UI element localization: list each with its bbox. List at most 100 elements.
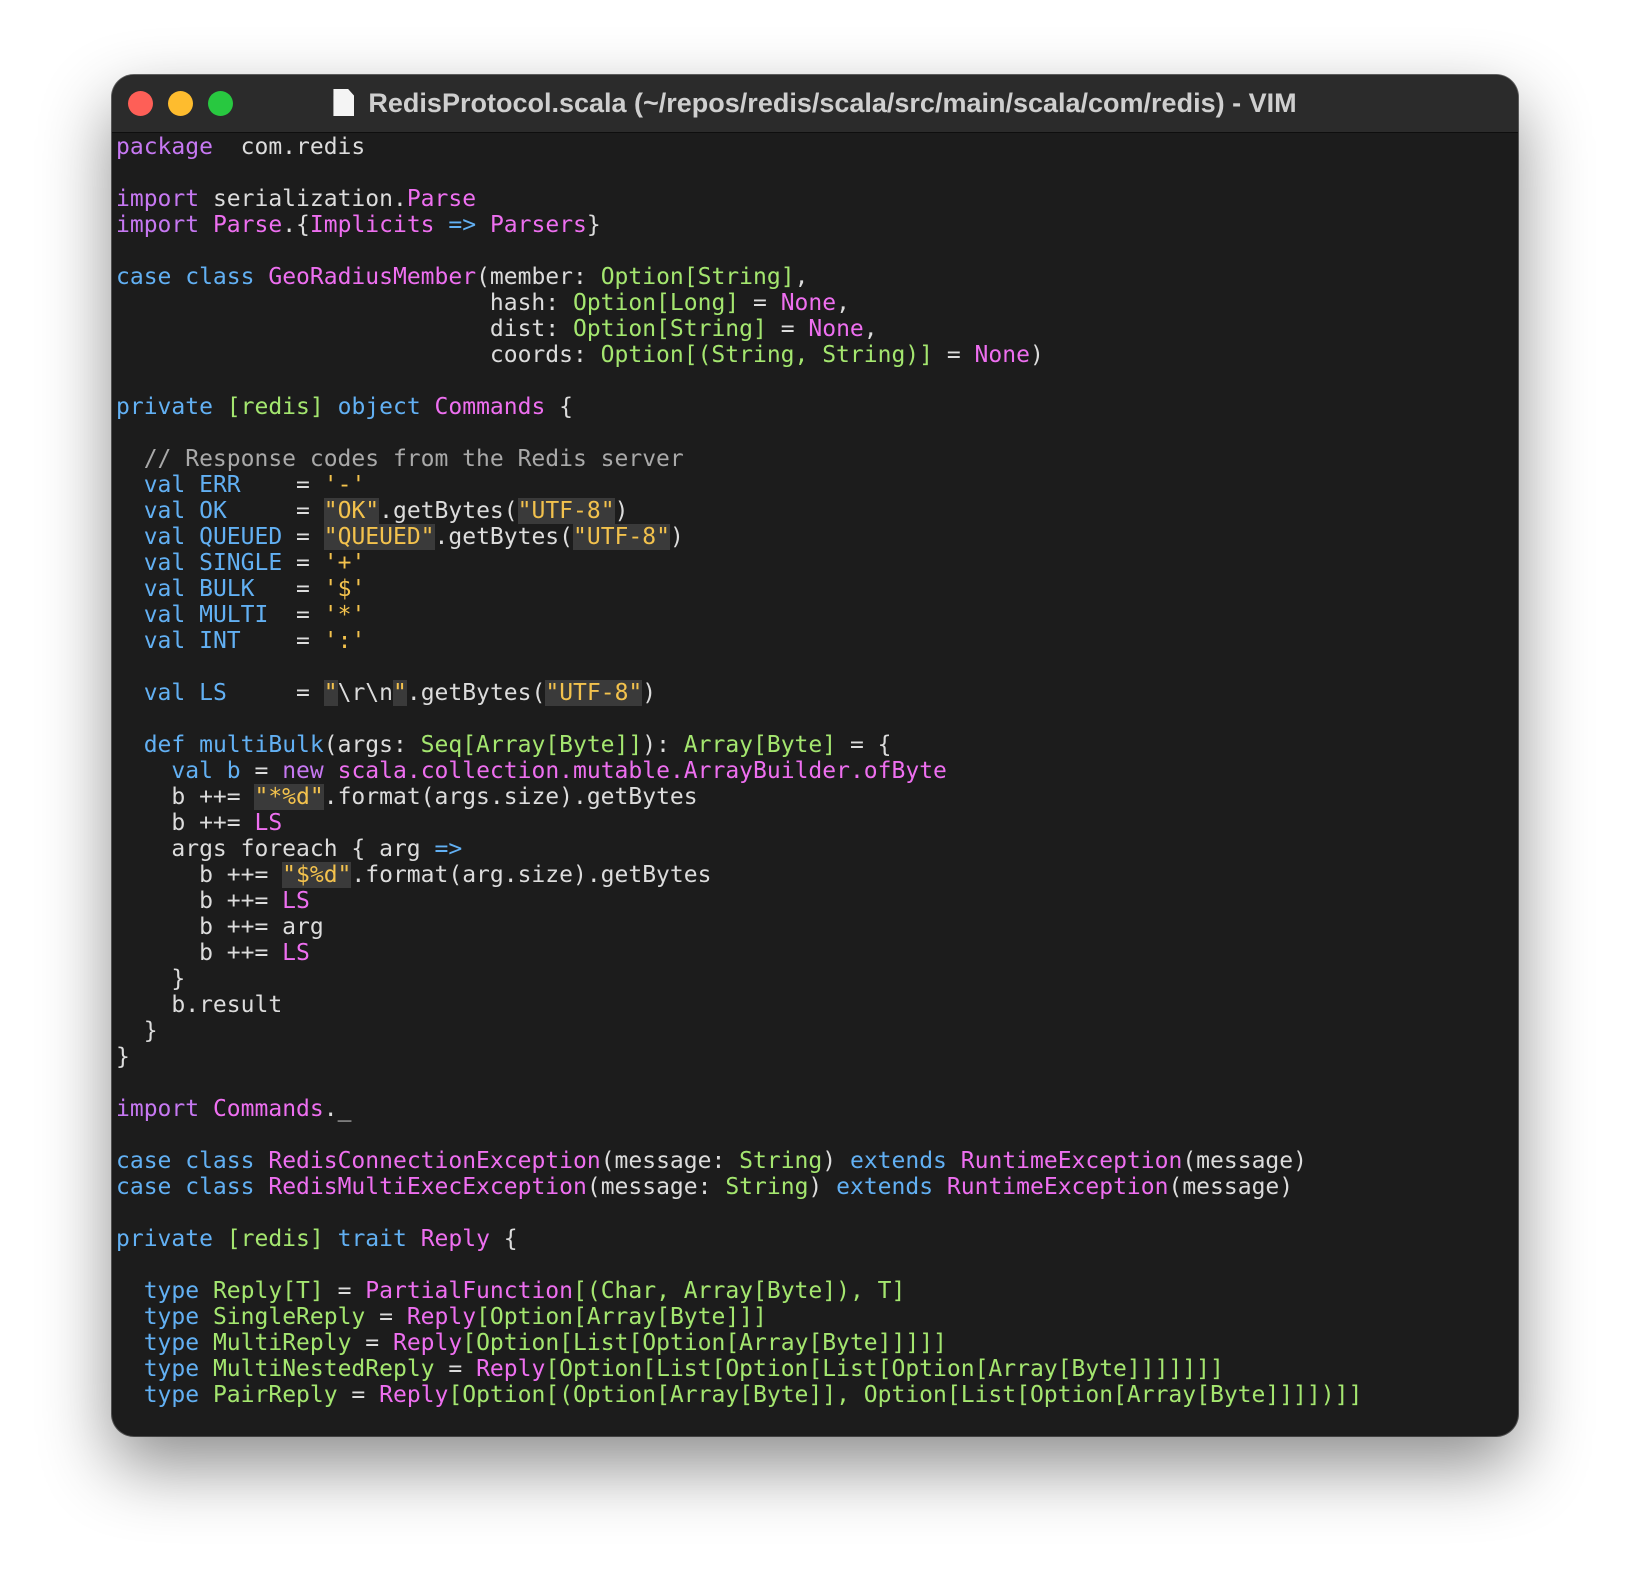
code-token: '$' [323, 576, 366, 602]
code-token: trait [337, 1226, 407, 1252]
title-bar[interactable]: RedisProtocol.scala (~/repos/redis/scala… [112, 75, 1518, 133]
code-token: "UTF-8" [573, 524, 670, 550]
code-token: = [351, 1330, 393, 1356]
code-token: val [171, 758, 213, 784]
code-token: = [254, 576, 324, 602]
code-token: Implicits [309, 212, 435, 238]
code-token: = [337, 1382, 380, 1408]
code-line: val INT = ':' [116, 628, 1518, 654]
code-token: val [143, 602, 186, 628]
code-token: type [143, 1356, 200, 1382]
code-token: type [143, 1304, 200, 1330]
code-token: PartialFunction [365, 1278, 573, 1304]
code-token: ) [808, 1174, 837, 1200]
code-token: " [393, 680, 407, 706]
code-line: val LS = "\r\n".getBytes("UTF-8") [116, 680, 1518, 706]
code-token: multiBulk [199, 732, 324, 758]
code-token: type [143, 1382, 200, 1408]
code-token: "QUEUED" [323, 524, 435, 550]
code-line: import Parse.{Implicits => Parsers} [116, 212, 1518, 238]
code-token: '+' [323, 550, 366, 576]
code-token: String [725, 1174, 809, 1200]
code-token: " [323, 680, 338, 706]
code-token: = [240, 758, 283, 784]
code-token: String [739, 1148, 823, 1174]
window-title: RedisProtocol.scala (~/repos/redis/scala… [112, 88, 1518, 119]
code-token: LS [254, 810, 283, 836]
code-token: .format(arg.size).getBytes [351, 862, 712, 888]
code-token: b ++= [116, 888, 283, 914]
code-token: BULK [199, 576, 255, 602]
code-token: '*' [323, 602, 366, 628]
code-token: [redis] [226, 394, 324, 420]
code-token: RuntimeException [946, 1174, 1169, 1200]
code-line: b ++= arg [116, 914, 1518, 940]
code-token: object [337, 394, 421, 420]
code-token: (member: [476, 264, 601, 290]
code-token: = [933, 342, 975, 368]
code-token: Reply [420, 1226, 490, 1252]
code-token: ) [614, 498, 629, 524]
code-line: type MultiReply = Reply[Option[List[Opti… [116, 1330, 1518, 1356]
code-token: extends [849, 1148, 947, 1174]
code-line: val SINGLE = '+' [116, 550, 1518, 576]
code-line: b ++= "$%d".format(arg.size).getBytes [116, 862, 1518, 888]
code-line: dist: Option[String] = None, [116, 316, 1518, 342]
code-token: SINGLE [199, 550, 283, 576]
code-token: (args: [323, 732, 421, 758]
code-token: None [780, 290, 837, 316]
code-token: import [116, 186, 200, 212]
code-token: val [143, 550, 186, 576]
code-line: b ++= LS [116, 940, 1518, 966]
code-line: type Reply[T] = PartialFunction[(Char, A… [116, 1278, 1518, 1304]
code-editor[interactable]: package com.redis import serialization.Pa… [116, 134, 1518, 1436]
code-line: // Response codes from the Redis server [116, 446, 1518, 472]
code-line: private [redis] object Commands { [116, 394, 1518, 420]
code-token: "*%d" [254, 784, 324, 810]
code-token: ) [822, 1148, 850, 1174]
code-token: [Option[List[Option[Array[Byte]]]]] [462, 1330, 947, 1356]
code-token: RedisMultiExecException [268, 1174, 587, 1200]
code-token: b ++= [116, 862, 283, 888]
code-token: LS [282, 888, 310, 914]
code-token: { [489, 1226, 518, 1252]
code-line: } [116, 966, 1518, 992]
code-token: [Option[(Option[Array[Byte]], Option[Lis… [448, 1382, 1363, 1408]
code-token: = [226, 680, 324, 706]
code-token: extends [836, 1174, 934, 1200]
code-token: b ++= [116, 940, 283, 966]
code-token: (message) [1182, 1148, 1307, 1174]
code-line: args foreach { arg => [116, 836, 1518, 862]
code-token: ) [1029, 342, 1044, 368]
code-token: type [143, 1330, 200, 1356]
code-token: [Option[Array[Byte]]] [476, 1304, 767, 1330]
code-token: case class [116, 1174, 255, 1200]
code-token: com.redis [212, 134, 366, 160]
code-line: val BULK = '$' [116, 576, 1518, 602]
code-token: = [739, 290, 781, 316]
code-token: Commands [212, 1096, 324, 1122]
code-token: args foreach { arg [116, 836, 435, 862]
code-token: RedisConnectionException [268, 1148, 601, 1174]
code-token: Reply[T] [212, 1278, 324, 1304]
code-token: , [794, 264, 809, 290]
code-token: b ++= [116, 784, 255, 810]
